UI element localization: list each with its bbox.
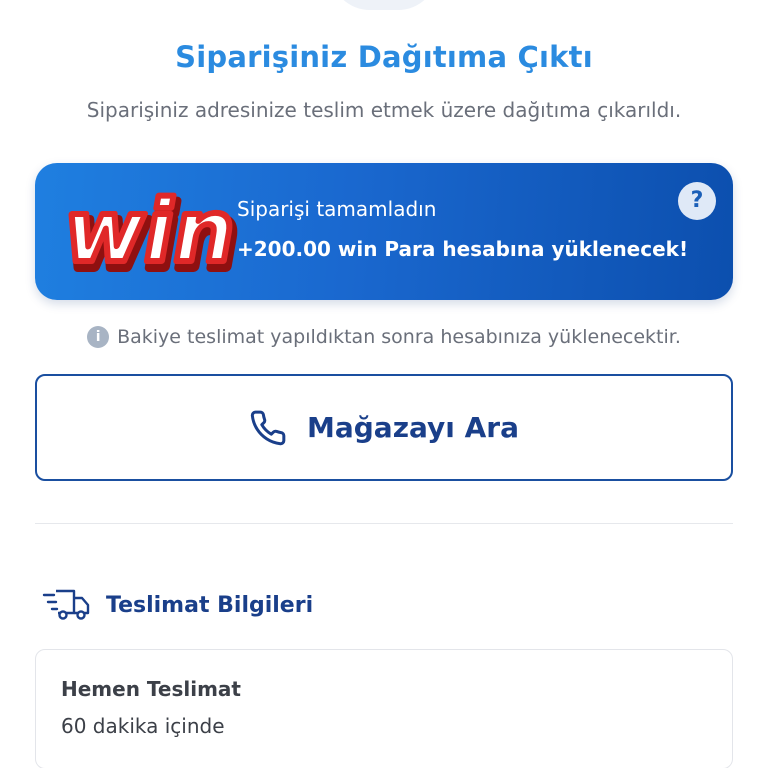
truck-icon: [42, 589, 90, 620]
section-divider: [35, 523, 733, 524]
balance-info-note: i Bakiye teslimat yapıldıktan sonra hesab…: [0, 326, 768, 348]
delivery-option-card: Hemen Teslimat 60 dakika içinde: [35, 649, 733, 768]
reward-amount-message: +200.00 win Para hesabına yüklenecek!: [237, 237, 689, 261]
info-icon: i: [87, 326, 110, 348]
status-illustration-edge: [330, 0, 438, 10]
win-reward-banner: win win Siparişi tamamladın +200.00 win …: [35, 163, 733, 300]
balance-info-text: Bakiye teslimat yapıldıktan sonra hesabı…: [117, 326, 681, 348]
help-icon[interactable]: ?: [678, 182, 716, 220]
svg-text:win: win: [57, 189, 245, 275]
page-subtitle: Siparişiniz adresinize teslim etmek üzer…: [86, 98, 682, 122]
call-store-button[interactable]: Mağazayı Ara: [35, 374, 733, 481]
call-store-label: Mağazayı Ara: [307, 411, 519, 444]
delivery-info-header: Teslimat Bilgileri: [42, 588, 313, 622]
win-logo: win win: [55, 189, 252, 275]
phone-icon: [250, 410, 286, 445]
reward-message: Siparişi tamamladın: [237, 197, 437, 221]
delivery-type: Hemen Teslimat: [61, 677, 241, 701]
delivery-info-title: Teslimat Bilgileri: [106, 592, 314, 618]
page-title: Siparişiniz Dağıtıma Çıktı: [175, 40, 593, 74]
delivery-eta: 60 dakika içinde: [61, 714, 225, 738]
order-status-page: Siparişiniz Dağıtıma Çıktı Siparişiniz a…: [0, 0, 768, 768]
